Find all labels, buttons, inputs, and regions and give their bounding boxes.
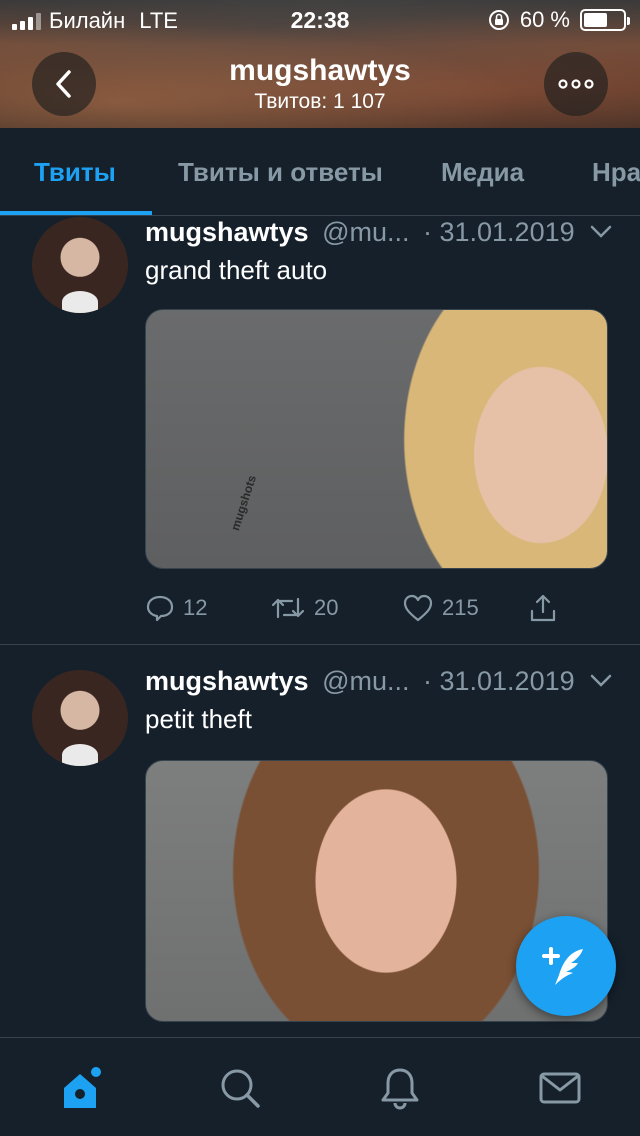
heart-icon	[403, 594, 433, 622]
battery-percent: 60 %	[519, 7, 570, 32]
home-icon	[64, 1067, 101, 1108]
tab-indicator	[0, 211, 152, 215]
chevron-down-icon[interactable]	[590, 225, 612, 239]
bottom-navigation	[0, 1037, 640, 1136]
like-count: 215	[442, 595, 479, 620]
compose-tweet-button[interactable]	[516, 916, 616, 1016]
tweet-header: mugshawtys @mu... · 31.01.2019	[145, 666, 575, 697]
reply-icon	[146, 595, 174, 622]
tweet-header: mugshawtys @mu... · 31.01.2019	[145, 217, 575, 248]
compose-feather-icon	[542, 947, 583, 985]
profile-header: Билайн LTE 22:38 60 % mugshawtys Твитов:…	[0, 0, 640, 128]
battery-fill	[584, 13, 607, 27]
tweet-date: · 31.01.2019	[423, 217, 575, 247]
nav-messages[interactable]	[538, 1066, 582, 1110]
media-watermark: mugshots	[228, 473, 260, 533]
status-right: 60 %	[488, 7, 630, 33]
battery-icon	[580, 9, 630, 31]
tweet-handle: @mu...	[322, 217, 410, 247]
tweet-handle: @mu...	[322, 666, 410, 696]
tab-tweets[interactable]: Твиты	[34, 128, 116, 215]
tab-likes[interactable]: Нра	[592, 128, 640, 215]
tweet-date: · 31.01.2019	[423, 666, 575, 696]
retweet-count: 20	[314, 595, 339, 620]
search-icon	[221, 1069, 260, 1108]
nav-notifications[interactable]	[378, 1066, 422, 1110]
nav-home[interactable]	[58, 1066, 102, 1110]
reply-count: 12	[183, 595, 208, 620]
messages-icon	[539, 1072, 581, 1104]
tweet-author-name: mugshawtys	[145, 217, 309, 247]
tweet-text: grand theft auto	[145, 255, 328, 285]
avatar[interactable]	[32, 217, 128, 313]
tab-tweets-and-replies[interactable]: Твиты и ответы	[178, 128, 383, 215]
tweet[interactable]: mugshawtys @mu... · 31.01.2019 grand the…	[0, 217, 640, 645]
share-icon	[530, 594, 556, 622]
tweet-media-photo[interactable]: mugshots	[145, 309, 608, 569]
profile-tabs: Твиты Твиты и ответы Медиа Нра	[0, 128, 640, 216]
tweet-author-name: mugshawtys	[145, 666, 309, 696]
tweet-actions: 12 20 215	[145, 593, 605, 633]
avatar[interactable]	[32, 670, 128, 766]
tweet-text: petit theft	[145, 704, 252, 734]
notifications-icon	[381, 1068, 419, 1110]
like-button[interactable]: 215	[402, 593, 479, 623]
tweet-count: Твитов: 1 107	[254, 90, 386, 113]
status-bar: Билайн LTE 22:38 60 %	[0, 0, 640, 40]
reply-button[interactable]: 12	[145, 593, 207, 623]
orientation-lock-icon	[488, 10, 509, 30]
nav-search[interactable]	[218, 1066, 262, 1110]
more-button[interactable]	[544, 52, 608, 116]
more-dots-icon	[558, 79, 594, 89]
chevron-down-icon[interactable]	[590, 674, 612, 688]
retweet-button[interactable]: 20	[270, 593, 338, 623]
share-button[interactable]	[528, 593, 558, 623]
retweet-icon	[271, 597, 305, 619]
tab-media[interactable]: Медиа	[441, 128, 524, 215]
